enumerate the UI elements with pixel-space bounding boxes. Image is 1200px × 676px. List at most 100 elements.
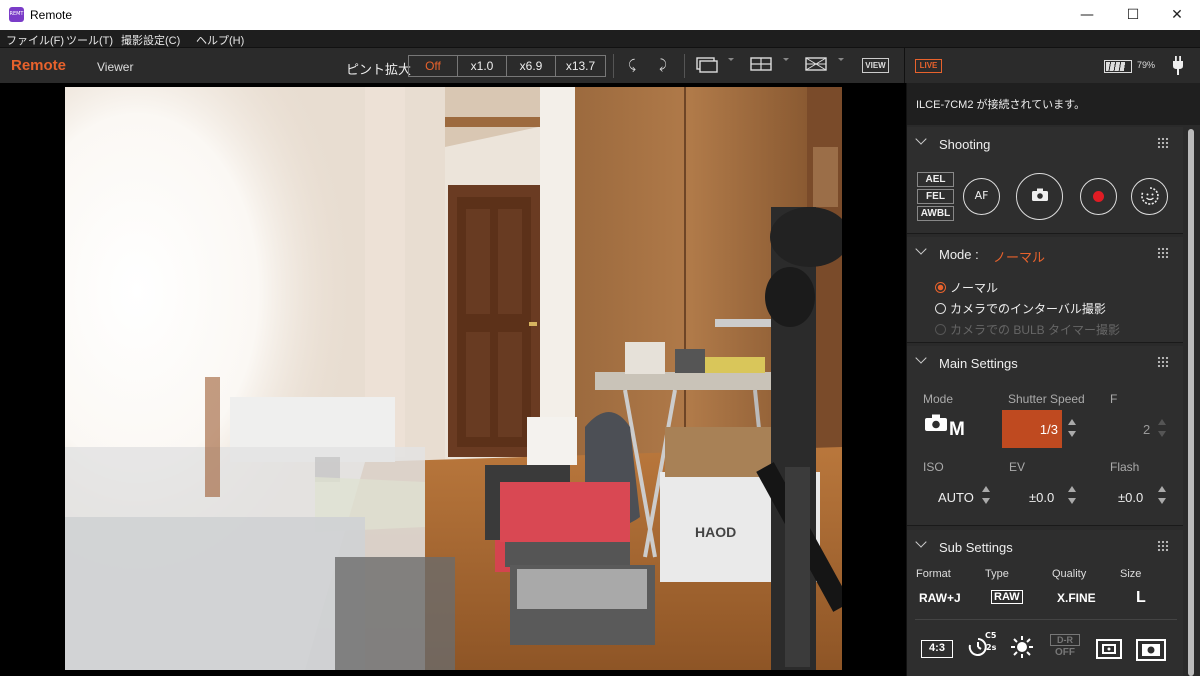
focus-area-icon[interactable] — [1136, 639, 1166, 661]
overlay-dropdown-icon[interactable] — [728, 58, 734, 61]
quality-value[interactable]: X.FINE — [1057, 591, 1096, 605]
shutter-speed-stepper[interactable] — [1068, 417, 1078, 441]
format-label: Format — [916, 568, 951, 580]
guide-dropdown-icon[interactable] — [838, 58, 844, 61]
overlay-icon[interactable] — [696, 57, 718, 75]
minimize-button[interactable]: — — [1064, 0, 1110, 30]
scrollbar-thumb[interactable] — [1188, 129, 1194, 676]
window-title: Remote — [30, 8, 73, 22]
live-view-area[interactable]: HAOD — [0, 83, 906, 676]
live-button[interactable]: LIVE — [915, 59, 942, 73]
exposure-mode-letter: M — [949, 419, 965, 440]
mode-option-bulb-timer: カメラでの BULB タイマー撮影 — [935, 321, 1120, 338]
quality-label: Quality — [1052, 568, 1087, 580]
drive-mode-icon[interactable]: C5 2s — [966, 631, 1000, 656]
divider — [915, 619, 1177, 620]
close-button[interactable]: ✕ — [1154, 0, 1200, 30]
ev-label: EV — [1009, 460, 1026, 474]
mode-section-header[interactable]: Mode : ノーマル — [907, 237, 1183, 269]
drag-handle-icon[interactable] — [1157, 137, 1169, 149]
menu-shooting-settings[interactable]: 撮影設定(C) — [121, 32, 180, 48]
shutter-button[interactable] — [1016, 173, 1063, 220]
aspect-ratio-icon[interactable]: 4:3 — [921, 640, 953, 658]
size-label: Size — [1120, 568, 1142, 580]
maximize-button[interactable]: ☐ — [1110, 0, 1156, 30]
toolbar-divider — [684, 54, 685, 78]
iso-label: ISO — [923, 460, 944, 474]
shutter-speed-field[interactable]: 1/3 — [1002, 410, 1062, 448]
shutter-speed-value: 1/3 — [1039, 422, 1058, 437]
view-button[interactable]: VIEW — [862, 58, 889, 73]
drag-handle-icon[interactable] — [1157, 247, 1169, 259]
dro-value: OFF — [1055, 647, 1075, 658]
grid-dropdown-icon[interactable] — [783, 58, 789, 61]
menu-help[interactable]: ヘルプ(H) — [196, 32, 244, 48]
zoom-13x-button[interactable]: x13.7 — [556, 56, 605, 76]
fel-button[interactable]: FEL — [917, 189, 954, 204]
exposure-mode-value[interactable]: M — [925, 414, 965, 440]
dro-label: D-R — [1050, 634, 1080, 646]
ev-stepper[interactable] — [1068, 484, 1078, 508]
menu-bar: ファイル(F) ツール(T) 撮影設定(C) ヘルプ(H) — [0, 30, 1200, 47]
ev-value: ±0.0 — [1029, 490, 1055, 505]
face-timer-icon — [1140, 187, 1159, 205]
battery-level-fill — [1106, 62, 1125, 71]
type-label: Type — [985, 568, 1009, 580]
flash-label: Flash — [1110, 460, 1140, 474]
main-settings-header[interactable]: Main Settings — [907, 346, 1183, 378]
flash-stepper[interactable] — [1158, 484, 1168, 508]
toolbar: Remote Viewer ピント拡大 Off x1.0 x6.9 x13.7 … — [0, 47, 1200, 84]
radio-disabled-icon — [935, 324, 946, 335]
sub-settings-header[interactable]: Sub Settings — [907, 530, 1183, 562]
menu-tools[interactable]: ツール(T) — [66, 32, 113, 48]
live-view-image[interactable]: HAOD — [65, 87, 842, 670]
zoom-6x-button[interactable]: x6.9 — [507, 56, 556, 76]
zoom-off-button[interactable]: Off — [409, 56, 458, 76]
mode-option-interval[interactable]: カメラでのインターバル撮影 — [935, 300, 1106, 317]
zoom-selector: Off x1.0 x6.9 x13.7 — [408, 55, 606, 77]
chevron-down-icon — [915, 536, 927, 548]
battery-icon — [1104, 60, 1132, 73]
metering-icon[interactable] — [1096, 639, 1122, 661]
format-value[interactable]: RAW+J — [919, 591, 961, 605]
f-number-stepper — [1158, 417, 1168, 441]
shutter-speed-label: Shutter Speed — [1008, 392, 1085, 406]
remote-tab[interactable]: Remote — [11, 57, 66, 74]
viewer-tab[interactable]: Viewer — [97, 60, 133, 74]
drag-handle-icon[interactable] — [1157, 540, 1169, 552]
iso-stepper[interactable] — [982, 484, 992, 508]
flash-value: ±0.0 — [1118, 490, 1144, 505]
drag-handle-icon[interactable] — [1157, 356, 1169, 368]
drive-sub: 2s — [986, 643, 997, 652]
rotate-left-icon[interactable]: ⤹ — [624, 57, 640, 75]
exposure-mode-label: Mode — [923, 392, 954, 406]
f-number-label: F — [1110, 392, 1118, 406]
drive-badge: C5 — [985, 631, 997, 640]
chevron-down-icon — [915, 243, 927, 255]
camera-icon — [1031, 188, 1048, 201]
af-button[interactable]: AF — [963, 178, 1000, 215]
sub-settings-section: Sub Settings Format RAW+J Type RAW Quali… — [907, 530, 1183, 676]
rotate-right-icon[interactable]: ⤸ — [655, 57, 671, 75]
awbl-button[interactable]: AWBL — [917, 206, 954, 221]
dro-icon[interactable]: D-R OFF — [1050, 634, 1080, 658]
mode-option-normal[interactable]: ノーマル — [935, 279, 998, 296]
ael-button[interactable]: AEL — [917, 172, 954, 187]
mode-title: Mode : — [939, 247, 979, 262]
guide-frame-icon[interactable] — [805, 57, 827, 75]
chevron-down-icon — [915, 352, 927, 364]
toolbar-divider — [613, 54, 614, 78]
record-button[interactable] — [1080, 178, 1117, 215]
mode-option-label: カメラでの BULB タイマー撮影 — [950, 323, 1121, 337]
connection-status: ILCE-7CM2 が接続されています。 — [907, 83, 1200, 125]
zoom-1x-button[interactable]: x1.0 — [458, 56, 507, 76]
panel-scrollbar[interactable] — [1185, 129, 1199, 676]
white-balance-icon[interactable] — [1010, 635, 1034, 658]
menu-file[interactable]: ファイル(F) — [6, 32, 64, 48]
shooting-section-header[interactable]: Shooting — [907, 127, 1183, 159]
shooting-title: Shooting — [939, 137, 991, 152]
self-timer-button[interactable] — [1131, 178, 1168, 215]
size-value[interactable]: L — [1136, 589, 1146, 607]
type-value[interactable]: RAW — [991, 590, 1023, 604]
grid-line-icon[interactable] — [750, 57, 772, 75]
